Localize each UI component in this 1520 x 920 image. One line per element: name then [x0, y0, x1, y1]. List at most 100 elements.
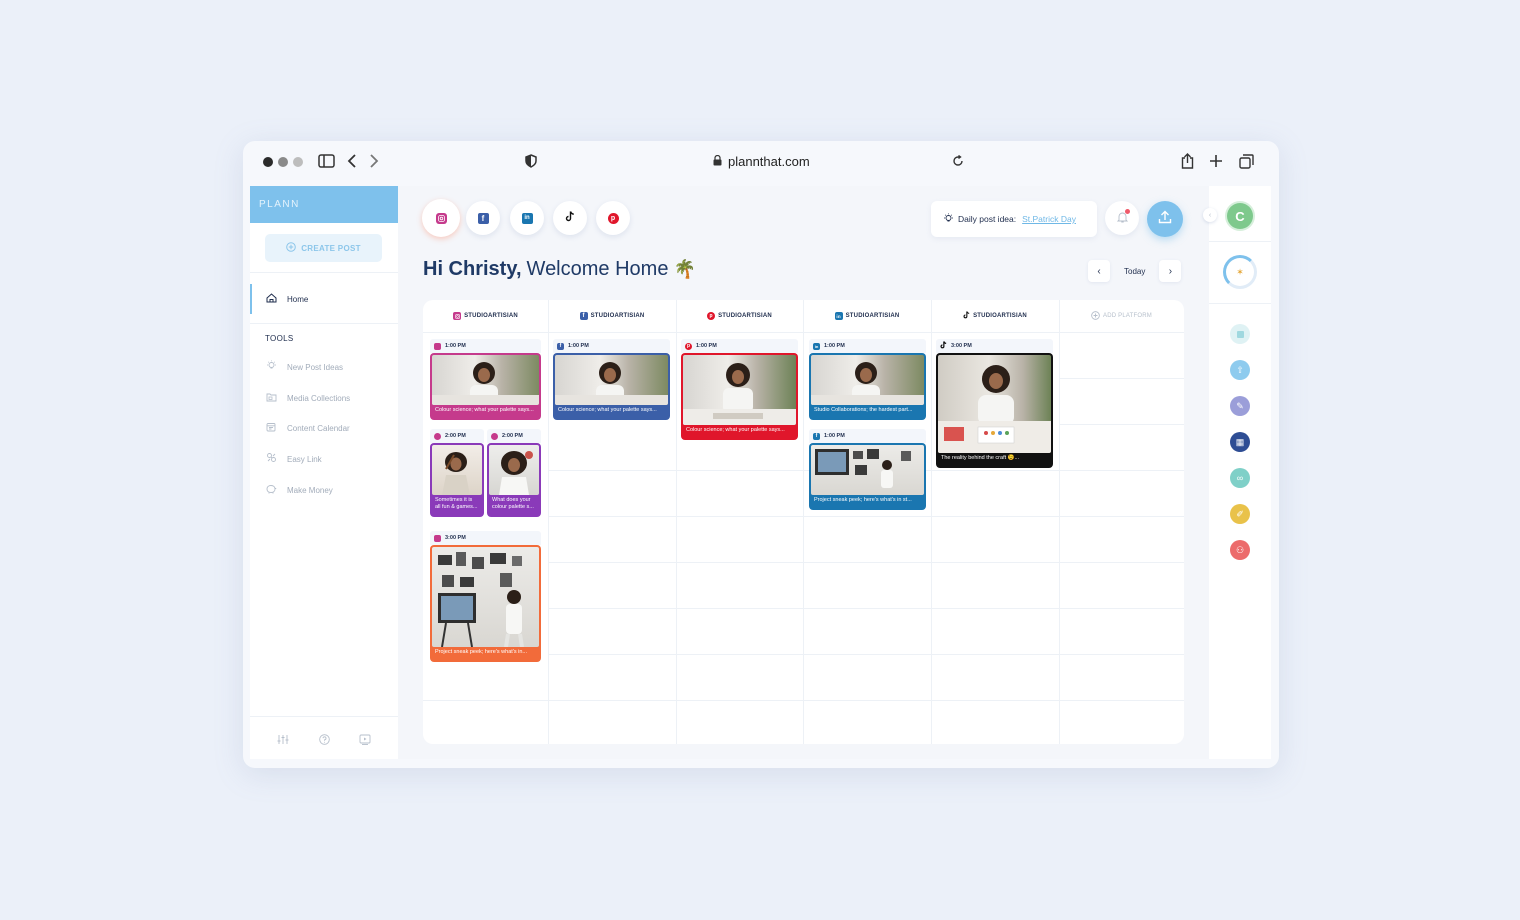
previous-week-button[interactable]: ‹ [1088, 260, 1110, 282]
forward-icon[interactable] [364, 151, 384, 171]
platform-filter-instagram[interactable] [422, 199, 460, 237]
post-time-label: 2:00 PM [445, 433, 466, 439]
post-time-label: 2:00 PM [502, 433, 523, 439]
row-divider [548, 654, 1184, 655]
post-image [432, 547, 539, 647]
sidebar-item-home[interactable]: Home [250, 284, 398, 314]
sidebar-item-easy-link[interactable]: Easy Link [265, 452, 322, 466]
sparkle-icon: ✶ [1236, 266, 1244, 277]
window-minimize-dot[interactable] [278, 157, 288, 167]
progress-ring[interactable]: ✶ [1223, 255, 1257, 289]
create-post-button[interactable]: CREATE POST [265, 234, 382, 262]
video-tutorial-icon[interactable] [358, 734, 372, 746]
post-time: 3:00 PM [936, 339, 1053, 353]
column-header-instagram[interactable]: STUDIOARTISIAN [423, 309, 548, 323]
rail-tool-notes[interactable]: ✐ [1230, 504, 1250, 524]
window-close-dot[interactable] [263, 157, 273, 167]
post-image [811, 445, 924, 495]
column-header-pinterest[interactable]: p STUDIOARTISIAN [676, 309, 803, 323]
linkedin-icon: in [813, 342, 820, 350]
scheduled-post[interactable]: 1:00 PM Colour science; what your palett… [430, 339, 541, 420]
scheduled-post[interactable]: 2:00 PM What does your colour palette s.… [487, 429, 541, 517]
rail-tool-edit[interactable]: ✎ [1230, 396, 1250, 416]
rail-tool-team[interactable]: ⚇ [1230, 540, 1250, 560]
platform-filter-pinterest[interactable]: p [596, 201, 630, 235]
post-time-label: 1:00 PM [445, 343, 466, 349]
row-divider [548, 516, 1184, 517]
post-card: Project sneak peek; here's what's in... [430, 545, 541, 662]
row-divider [548, 608, 1184, 609]
scheduled-post[interactable]: 2:00 PM Sometimes it is all fun & games.… [430, 429, 484, 517]
piggy-bank-icon [265, 484, 277, 497]
content-calendar: STUDIOARTISIAN f STUDIOARTISIAN p STUDIO… [423, 300, 1184, 744]
post-time: f 1:00 PM [553, 339, 670, 353]
reload-icon[interactable] [948, 151, 968, 171]
platform-filter-facebook[interactable]: f [466, 201, 500, 235]
rail-tool-grid[interactable]: ▦ [1230, 432, 1250, 452]
column-header-linkedin[interactable]: in STUDIOARTISIAN [803, 309, 931, 323]
post-card: Colour science; what your palette says..… [430, 353, 541, 420]
address-bar[interactable]: plannthat.com [713, 151, 843, 171]
instagram-icon [434, 342, 441, 350]
post-image [938, 355, 1051, 453]
post-card: Colour science; what your palette says..… [553, 353, 670, 420]
sidebar-item-new-post-ideas[interactable]: New Post Ideas [265, 360, 343, 374]
rail-tool-upload[interactable]: ⇧ [1230, 360, 1250, 380]
sidebar: PLANN CREATE POST Home TOOLS New Post Id… [250, 186, 398, 759]
main-content: f in p Daily post idea: St.Patrick Day H… [398, 186, 1209, 759]
column-account: STUDIOARTISIAN [590, 313, 645, 319]
sliders-icon[interactable] [276, 734, 290, 746]
column-divider [803, 300, 804, 744]
reel-icon [434, 534, 441, 542]
post-time: 2:00 PM [487, 429, 541, 443]
scheduled-post[interactable]: p 1:00 PM Colour science; what your pale… [681, 339, 798, 440]
square-icon [1236, 330, 1244, 338]
scheduled-post[interactable]: f 1:00 PM Colour science; what your pale… [553, 339, 670, 420]
sidebar-item-make-money[interactable]: Make Money [265, 483, 333, 497]
platform-filter-tiktok[interactable] [553, 201, 587, 235]
rail-tool-link[interactable]: ∞ [1230, 468, 1250, 488]
sidebar-item-content-calendar[interactable]: Content Calendar [265, 421, 350, 435]
new-tab-icon[interactable] [1206, 151, 1226, 171]
add-platform-button[interactable]: ADD PLATFORM [1059, 309, 1184, 323]
sidebar-toggle-icon[interactable] [316, 151, 336, 171]
scheduled-post[interactable]: 3:00 PM Project sneak peek; here's what'… [430, 531, 541, 662]
upload-button[interactable] [1147, 201, 1183, 237]
add-platform-label: ADD PLATFORM [1103, 313, 1152, 319]
column-divider [931, 300, 932, 744]
column-header-facebook[interactable]: f STUDIOARTISIAN [548, 309, 676, 323]
post-time: 3:00 PM [430, 531, 541, 545]
avatar[interactable]: C [1227, 203, 1253, 229]
linkedin-icon: in [834, 312, 843, 320]
chevron-left-icon: ‹ [1097, 265, 1101, 277]
back-icon[interactable] [342, 151, 362, 171]
shield-icon[interactable] [521, 151, 541, 171]
notifications-button[interactable] [1105, 201, 1139, 235]
today-button[interactable]: Today [1118, 267, 1151, 276]
scheduled-post[interactable]: in 1:00 PM Studio Collaborations; the ha… [809, 339, 926, 420]
column-header-tiktok[interactable]: STUDIOARTISIAN [931, 309, 1059, 323]
post-time-label: 1:00 PM [824, 343, 845, 349]
daily-post-idea-link[interactable]: St.Patrick Day [1022, 214, 1076, 224]
help-icon[interactable] [317, 734, 331, 746]
column-account: STUDIOARTISIAN [718, 313, 772, 319]
divider [250, 716, 398, 717]
brand-logo[interactable]: PLANN [250, 186, 398, 223]
share-icon[interactable] [1177, 151, 1197, 171]
next-week-button[interactable]: › [1159, 260, 1182, 282]
window-maximize-dot[interactable] [293, 157, 303, 167]
tabs-overview-icon[interactable] [1236, 151, 1256, 171]
divider [250, 323, 398, 324]
scheduled-post[interactable]: 3:00 PM The reality behind the craft 😉..… [936, 339, 1053, 468]
scheduled-post[interactable]: f 1:00 PM Project sneak peek; here's wha… [809, 429, 926, 510]
collapse-rail-button[interactable]: ‹ [1203, 208, 1217, 222]
notes-icon: ✐ [1236, 508, 1244, 519]
sidebar-item-media-collections[interactable]: Media Collections [265, 391, 350, 405]
upload-icon [1158, 210, 1172, 228]
rail-tool-1[interactable] [1230, 324, 1250, 344]
daily-post-idea[interactable]: Daily post idea: St.Patrick Day [931, 201, 1097, 237]
post-card: Studio Collaborations; the hardest part.… [809, 353, 926, 420]
column-divider [1059, 300, 1060, 744]
row-divider [1059, 424, 1184, 425]
platform-filter-linkedin[interactable]: in [510, 201, 544, 235]
